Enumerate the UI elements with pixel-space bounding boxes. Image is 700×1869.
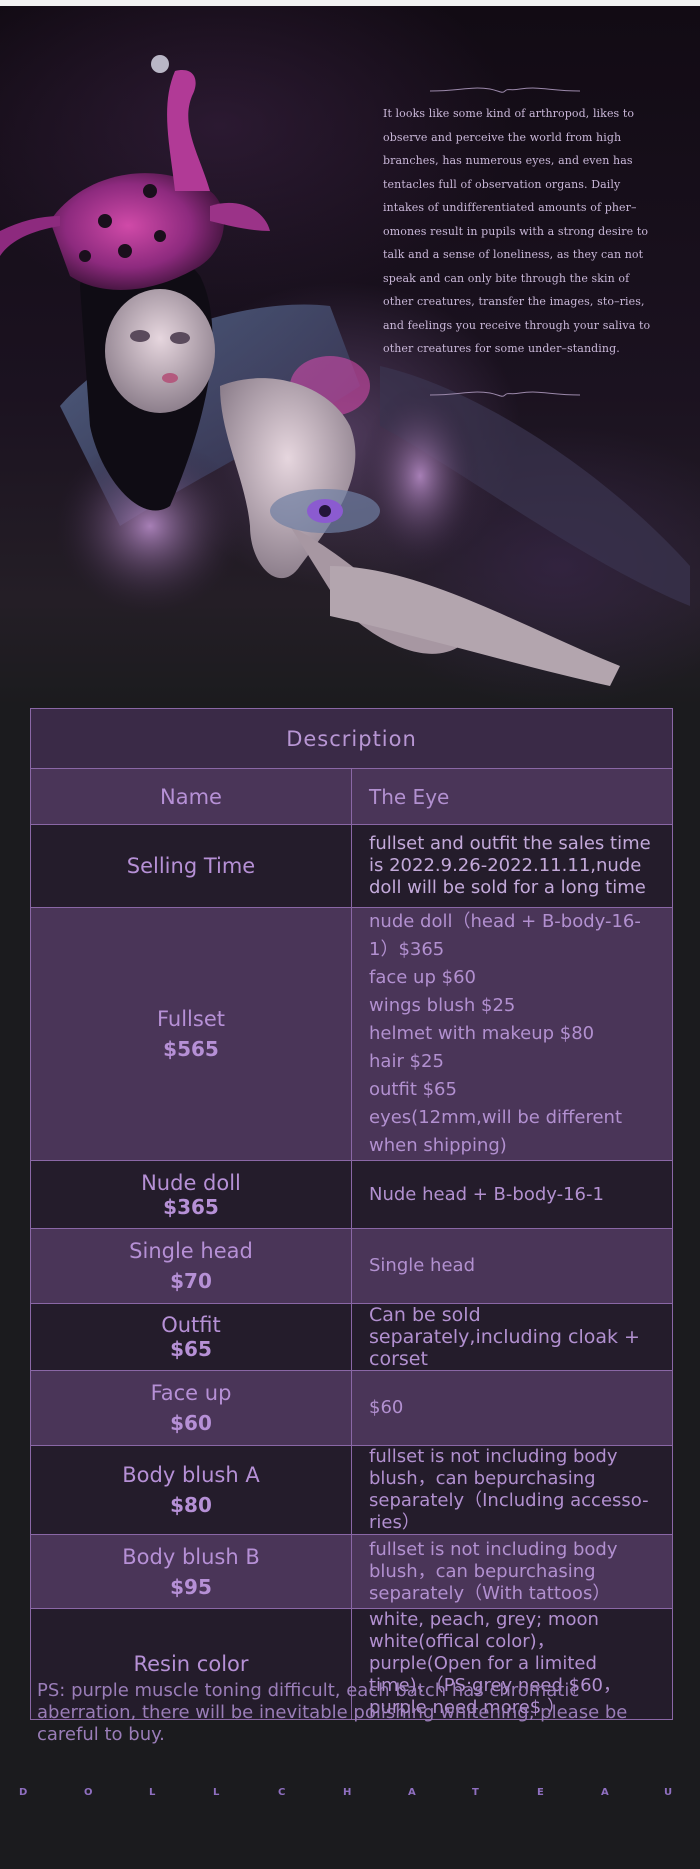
fullset-label-cell: Fullset $565	[30, 907, 352, 1161]
selling-time-label: Selling Time	[30, 824, 352, 908]
outfit-label-cell: Outfit $65	[30, 1303, 352, 1371]
face-up-value: $60	[351, 1370, 673, 1446]
brand-letter: E	[537, 1787, 544, 1798]
body-blush-b-label: Body blush B	[122, 1544, 260, 1569]
flourish-bottom	[430, 391, 580, 397]
name-label: Name	[30, 768, 352, 825]
list-item: nude doll（head + B-body-16-1）$365	[369, 911, 641, 960]
table-row: Outfit $65 Can be sold separately,includ…	[30, 1303, 673, 1371]
brand-letter: T	[472, 1787, 479, 1798]
single-head-label: Single head	[129, 1239, 253, 1263]
face-up-label: Face up	[150, 1381, 232, 1405]
list-item: helmet with makeup $80	[369, 1023, 595, 1044]
brand-letter: D	[19, 1787, 28, 1798]
nude-doll-price: $365	[163, 1194, 219, 1219]
single-head-label-cell: Single head $70	[30, 1228, 352, 1304]
body-blush-b-value: fullset is not including body blush，can …	[351, 1534, 673, 1609]
brand-letter: C	[278, 1787, 286, 1798]
brand-letter: H	[343, 1787, 352, 1798]
brand-letter: U	[664, 1787, 673, 1798]
table-row: Name The Eye	[30, 768, 673, 825]
hero-banner: It looks like some kind of arthropod, li…	[0, 6, 700, 706]
footnote: PS: purple muscle toning difficult, each…	[37, 1680, 628, 1745]
table-row: Fullset $565 nude doll（head + B-body-16-…	[30, 907, 673, 1161]
nude-doll-value: Nude head + B-body-16-1	[351, 1160, 673, 1229]
brand-letter: A	[408, 1787, 416, 1798]
fullset-price: $565	[163, 1037, 219, 1061]
description-table: Description Name The Eye Selling Time fu…	[30, 708, 673, 1720]
outfit-label: Outfit	[161, 1313, 221, 1337]
face-up-label-cell: Face up $60	[30, 1370, 352, 1446]
body-blush-b-price: $95	[170, 1574, 212, 1599]
brand-letter: A	[601, 1787, 609, 1798]
brand-letter: L	[213, 1787, 220, 1798]
body-blush-a-price: $80	[170, 1493, 212, 1517]
story-text: It looks like some kind of arthropod, li…	[383, 107, 651, 355]
table-row: Nude doll $365 Nude head + B-body-16-1	[30, 1160, 673, 1229]
single-head-price: $70	[170, 1269, 212, 1293]
fullset-items: nude doll（head + B-body-16-1）$365 face u…	[351, 907, 673, 1161]
body-blush-a-value: fullset is not including body blush，can …	[351, 1445, 673, 1535]
face-up-price: $60	[170, 1411, 212, 1435]
table-row: Body blush A $80 fullset is not includin…	[30, 1445, 673, 1535]
outfit-value: Can be sold separately,including cloak +…	[351, 1303, 673, 1371]
brand-letter: O	[84, 1787, 93, 1798]
description-table-wrapper: Description Name The Eye Selling Time fu…	[30, 708, 673, 1720]
outfit-price: $65	[170, 1337, 212, 1361]
nude-doll-label-cell: Nude doll $365	[30, 1160, 352, 1229]
single-head-value: Single head	[351, 1228, 673, 1304]
list-item: outfit $65	[369, 1079, 457, 1100]
brand-letter: L	[149, 1787, 156, 1798]
name-value: The Eye	[351, 768, 673, 825]
list-item: eyes(12mm,will be different when shippin…	[369, 1107, 623, 1156]
fullset-label: Fullset	[156, 1007, 225, 1031]
list-item: wings blush $25	[369, 995, 516, 1016]
table-row: Body blush B $95 fullset is not includin…	[30, 1534, 673, 1609]
table-row: Face up $60 $60	[30, 1370, 673, 1446]
body-blush-a-label: Body blush A	[122, 1463, 260, 1487]
selling-time-value: fullset and outfit the sales time is 202…	[351, 824, 673, 908]
table-row: Selling Time fullset and outfit the sale…	[30, 824, 673, 908]
table-row: Single head $70 Single head	[30, 1228, 673, 1304]
flourish-top	[430, 87, 580, 93]
body-blush-b-label-cell: Body blush B $95	[30, 1534, 352, 1609]
table-heading: Description	[30, 708, 673, 769]
nude-doll-label: Nude doll	[141, 1170, 241, 1195]
body-blush-a-label-cell: Body blush A $80	[30, 1445, 352, 1535]
list-item: hair $25	[369, 1051, 444, 1072]
list-item: face up $60	[369, 967, 476, 988]
brand-letters: D O L L C H A T E A U	[0, 1787, 700, 1805]
